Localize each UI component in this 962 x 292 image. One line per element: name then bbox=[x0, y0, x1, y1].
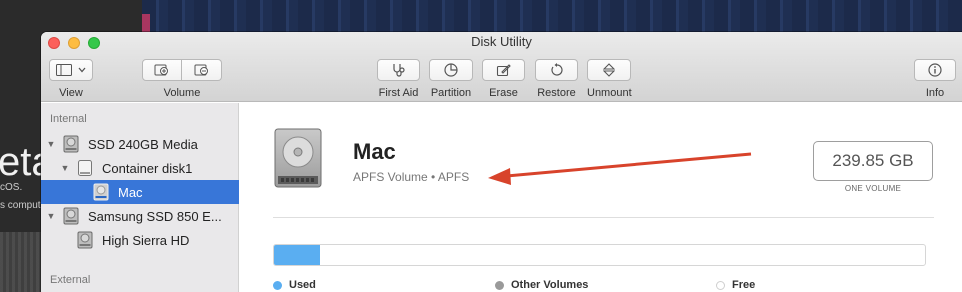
disclosure-triangle-icon[interactable]: ▼ bbox=[46, 139, 56, 149]
usage-bar-used bbox=[274, 245, 320, 265]
eject-icon bbox=[603, 63, 616, 77]
view-button[interactable] bbox=[49, 59, 93, 81]
internal-disk-icon bbox=[62, 135, 80, 153]
volume-subtitle: APFS Volume • APFS bbox=[353, 170, 470, 184]
sidebar-section-internal: Internal bbox=[50, 113, 87, 125]
hard-drive-icon bbox=[273, 128, 323, 195]
legend-used-swatch bbox=[273, 280, 282, 290]
volume-detail-panel: Mac APFS Volume • APFS 239.85 GB ONE VOL… bbox=[240, 103, 962, 292]
erase-group: Erase bbox=[482, 59, 525, 99]
remove-volume-icon bbox=[194, 63, 210, 77]
volume-icon bbox=[76, 231, 94, 249]
info-icon bbox=[928, 63, 942, 77]
legend-used: Used bbox=[273, 279, 316, 291]
container-icon bbox=[76, 159, 94, 177]
restore-label: Restore bbox=[537, 87, 576, 99]
background-thumbnail bbox=[0, 232, 42, 292]
partition-icon bbox=[444, 63, 458, 77]
volume-group: Volume bbox=[142, 59, 222, 99]
sidebar-item-mac[interactable]: Mac bbox=[41, 180, 239, 204]
first-aid-button[interactable] bbox=[377, 59, 420, 81]
volume-size: 239.85 GB bbox=[813, 141, 933, 181]
stethoscope-icon bbox=[391, 63, 407, 77]
add-volume-button[interactable] bbox=[142, 59, 182, 81]
sidebar-item-ssd-240gb[interactable]: ▼ SSD 240GB Media bbox=[41, 132, 239, 156]
restore-icon bbox=[550, 63, 564, 77]
background-text-1: cOS. bbox=[0, 182, 23, 193]
first-aid-label: First Aid bbox=[378, 87, 419, 99]
unmount-group: Unmount bbox=[587, 59, 632, 99]
titlebar: Disk Utility View Volume First Aid Parti… bbox=[41, 32, 962, 102]
first-aid-group: First Aid bbox=[377, 59, 420, 99]
sidebar-item-label: Samsung SSD 850 E... bbox=[88, 208, 222, 224]
volume-label: Volume bbox=[163, 87, 201, 99]
remove-volume-button[interactable] bbox=[182, 59, 222, 81]
erase-icon bbox=[496, 63, 511, 77]
usage-bar bbox=[273, 244, 926, 266]
partition-group: Partition bbox=[429, 59, 473, 99]
sidebar-icon bbox=[56, 64, 72, 76]
unmount-label: Unmount bbox=[587, 87, 632, 99]
info-button[interactable] bbox=[914, 59, 956, 81]
legend-other-label: Other Volumes bbox=[511, 279, 589, 291]
sidebar: Internal ▼ SSD 240GB Media ▼ Container d… bbox=[41, 103, 239, 292]
volume-size-caption: ONE VOLUME bbox=[844, 184, 902, 193]
partition-button[interactable] bbox=[429, 59, 473, 81]
erase-button[interactable] bbox=[482, 59, 525, 81]
internal-disk-icon bbox=[62, 207, 80, 225]
sidebar-item-label: Mac bbox=[118, 184, 143, 200]
sidebar-item-label: SSD 240GB Media bbox=[88, 136, 198, 152]
sidebar-item-container-disk1[interactable]: ▼ Container disk1 bbox=[41, 156, 239, 180]
disk-utility-window: Disk Utility View Volume First Aid Parti… bbox=[41, 32, 962, 292]
sidebar-item-label: Container disk1 bbox=[102, 160, 193, 176]
partition-label: Partition bbox=[430, 87, 472, 99]
legend-other-volumes: Other Volumes bbox=[495, 279, 588, 291]
legend-free: Free bbox=[716, 279, 755, 291]
legend-free-label: Free bbox=[732, 279, 756, 291]
disclosure-triangle-icon[interactable]: ▼ bbox=[60, 163, 70, 173]
info-label: Info bbox=[925, 87, 945, 99]
view-label: View bbox=[59, 87, 83, 99]
info-group: Info bbox=[914, 59, 956, 99]
legend-free-swatch bbox=[716, 280, 725, 290]
sidebar-item-samsung-ssd[interactable]: ▼ Samsung SSD 850 E... bbox=[41, 204, 239, 228]
disclosure-triangle-icon[interactable]: ▼ bbox=[46, 211, 56, 221]
legend-used-label: Used bbox=[289, 279, 316, 291]
sidebar-section-external: External bbox=[50, 274, 91, 286]
sidebar-item-high-sierra-hd[interactable]: High Sierra HD bbox=[41, 228, 239, 252]
unmount-button[interactable] bbox=[587, 59, 632, 81]
background-window-strip bbox=[142, 0, 962, 32]
background-accent bbox=[142, 14, 150, 32]
restore-button[interactable] bbox=[535, 59, 578, 81]
apfs-volume-icon bbox=[92, 183, 110, 201]
window-title: Disk Utility bbox=[471, 34, 532, 49]
chevron-down-icon bbox=[78, 67, 86, 73]
divider bbox=[273, 217, 934, 218]
volume-name: Mac bbox=[353, 139, 396, 164]
view-group: View bbox=[49, 59, 93, 99]
sidebar-item-label: High Sierra HD bbox=[102, 232, 190, 248]
add-volume-icon bbox=[154, 63, 170, 77]
restore-group: Restore bbox=[535, 59, 578, 99]
erase-label: Erase bbox=[489, 87, 518, 99]
legend-other-swatch bbox=[495, 280, 504, 290]
